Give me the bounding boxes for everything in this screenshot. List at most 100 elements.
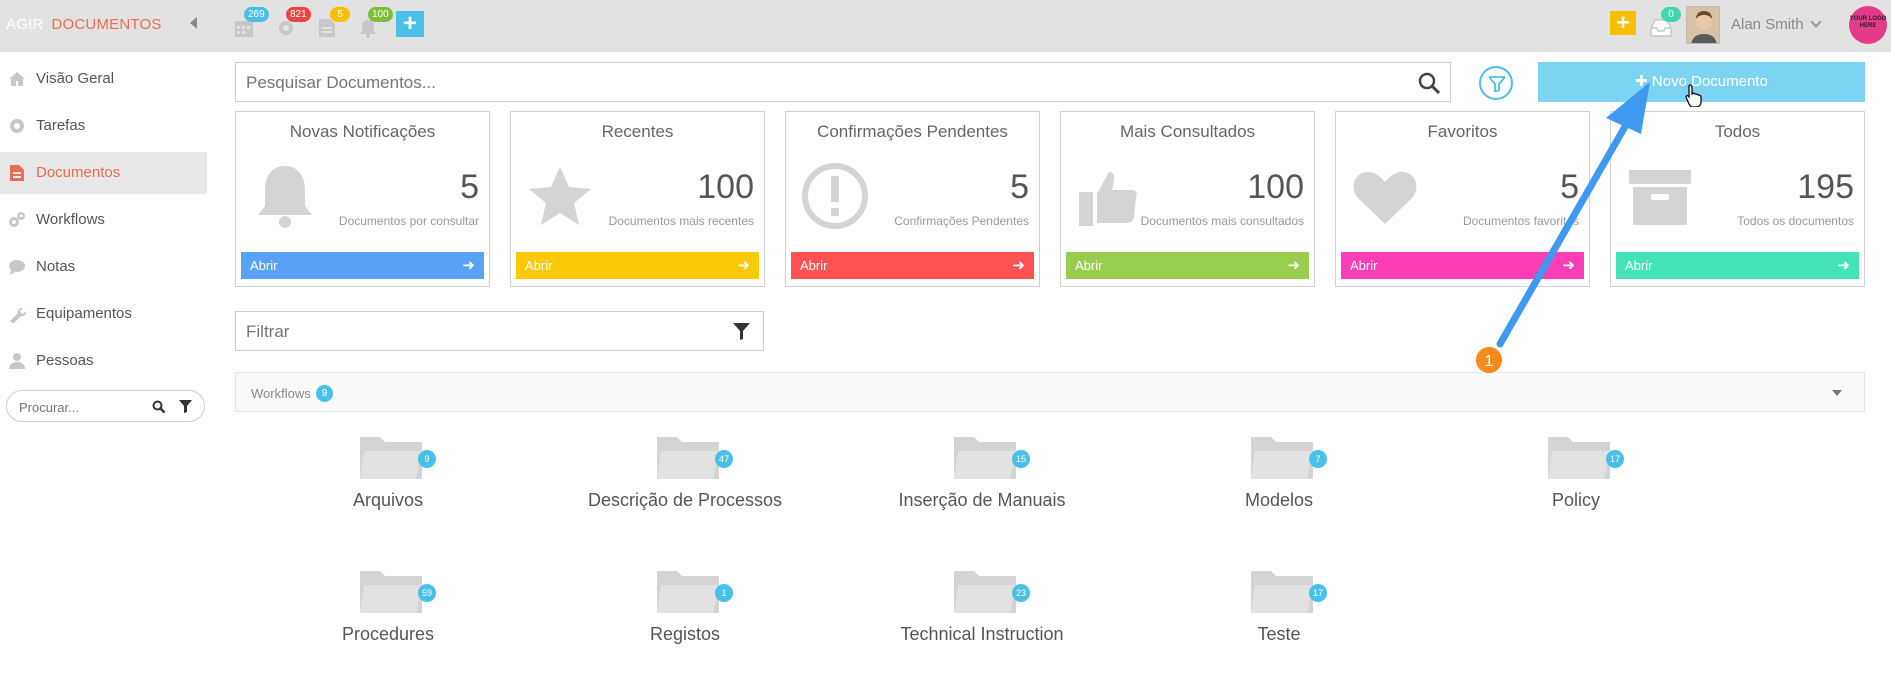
hand-cursor-icon [1685, 84, 1702, 107]
folder-count-badge: 15 [1012, 450, 1030, 468]
settings-button[interactable]: 821 [276, 7, 311, 38]
folder-label: Procedures [341, 624, 435, 644]
wrench-icon [10, 307, 26, 323]
card-subtitle: Documentos por consultar [338, 214, 479, 228]
filter-input[interactable] [246, 321, 706, 343]
plus-icon: + [1616, 10, 1630, 35]
folder-icon [1251, 571, 1313, 613]
app-brand[interactable]: AGIR DOCUMENTOS [6, 16, 162, 33]
folder-icon [360, 437, 422, 479]
folder-item[interactable]: 59 Procedures [268, 565, 508, 675]
folder-item[interactable]: 1 Registos [565, 565, 805, 675]
folder-count-badge: 1 [715, 584, 733, 602]
sidebar-item-notas[interactable]: Notas [0, 246, 207, 288]
card-todos: Todos 195 Todos os documentos Abrir ➜ [1610, 111, 1865, 287]
search-icon[interactable] [1418, 72, 1440, 94]
user-menu[interactable]: Alan Smith [1731, 16, 1822, 33]
document-button[interactable]: 5 [318, 7, 350, 38]
folder-count-badge: 47 [715, 450, 733, 468]
add-yellow-button[interactable]: + [1610, 11, 1636, 35]
chevron-down-icon[interactable] [1832, 390, 1842, 396]
card-open-button[interactable]: Abrir ➜ [791, 252, 1034, 279]
sidebar-item-tarefas[interactable]: Tarefas [0, 105, 207, 147]
folder-icon [954, 571, 1016, 613]
sidebar-item-label: Documentos [36, 164, 121, 181]
heart-icon [1353, 171, 1417, 224]
card-confirmacoes-pendentes: Confirmações Pendentes 5 Confirmações Pe… [785, 111, 1040, 287]
sidebar-item-equipamentos[interactable]: Equipamentos [0, 293, 207, 335]
plus-icon: + [402, 10, 417, 37]
card-subtitle: Documentos favoritos [1462, 214, 1579, 228]
sidebar-item-label: Tarefas [36, 117, 86, 134]
document-search-input[interactable] [246, 72, 1396, 94]
folder-item[interactable]: 23 Technical Instruction [862, 565, 1102, 675]
workflows-label: Workflows [251, 386, 311, 401]
card-count: 5 [1010, 168, 1029, 206]
collapse-sidebar-icon[interactable] [190, 17, 197, 29]
open-label: Abrir [1625, 258, 1653, 273]
user-photo [1687, 7, 1719, 43]
callout-number: 1 [1474, 345, 1504, 375]
open-label: Abrir [1075, 258, 1103, 273]
folder-item[interactable]: 15 Inserção de Manuais [862, 431, 1102, 541]
card-title: Todos [1714, 122, 1761, 141]
sidebar-item-visao-geral[interactable]: Visão Geral [0, 58, 207, 100]
workflows-section-header[interactable]: Workflows 9 [235, 372, 1865, 412]
sidebar-item-label: Workflows [36, 211, 105, 228]
sidebar-search-input[interactable] [19, 397, 149, 417]
card-subtitle: Documentos mais consultados [1140, 214, 1304, 228]
arrow-right-icon: ➜ [1837, 257, 1850, 274]
card-open-button[interactable]: Abrir ➜ [1616, 252, 1859, 279]
folder-icon [657, 437, 719, 479]
folder-count-badge: 59 [418, 584, 436, 602]
sidebar-item-documentos[interactable]: Documentos [0, 152, 207, 194]
search-icon[interactable] [152, 400, 166, 414]
folder-label: Inserção de Manuais [898, 490, 1066, 510]
settings-badge: 821 [286, 7, 311, 22]
star-icon [529, 167, 591, 225]
card-favoritos: Favoritos 5 Documentos favoritos Abrir ➜ [1335, 111, 1590, 287]
inbox-button[interactable]: 0 [1650, 7, 1681, 38]
card-count: 5 [1560, 168, 1579, 206]
folder-item[interactable]: 47 Descrição de Processos [565, 431, 805, 541]
avatar[interactable] [1686, 6, 1720, 44]
folder-item[interactable]: 9 Arquivos [268, 431, 508, 541]
inbox-badge: 0 [1661, 7, 1681, 22]
calendar-button[interactable]: 269 [234, 7, 269, 38]
archive-icon [1629, 170, 1691, 225]
folder-item[interactable]: 17 Teste [1159, 565, 1399, 675]
folder-item[interactable]: 7 Modelos [1159, 431, 1399, 541]
folder-count-badge: 17 [1309, 584, 1327, 602]
gear-icon [10, 119, 24, 133]
card-open-button[interactable]: Abrir ➜ [1341, 252, 1584, 279]
card-subtitle: Todos os documentos [1737, 214, 1854, 228]
quick-add-button[interactable]: + [396, 11, 424, 37]
card-title: Recentes [601, 122, 674, 141]
folder-icon [657, 571, 719, 613]
card-count: 195 [1797, 168, 1854, 206]
brand-documentos: DOCUMENTOS [51, 16, 162, 33]
open-label: Abrir [800, 258, 828, 273]
card-open-button[interactable]: Abrir ➜ [516, 252, 759, 279]
folder-label: Registos [649, 624, 721, 644]
folder-count-badge: 9 [418, 450, 436, 468]
card-open-button[interactable]: Abrir ➜ [241, 252, 484, 279]
sidebar-item-workflows[interactable]: Workflows [0, 199, 207, 241]
card-mais-consultados: Mais Consultados 100 Documentos mais con… [1060, 111, 1315, 287]
advanced-filter-button[interactable] [1479, 66, 1513, 100]
filter-field [235, 311, 764, 351]
sidebar-item-pessoas[interactable]: Pessoas [0, 340, 207, 382]
folder-icon [360, 571, 422, 613]
notifications-button[interactable]: 100 [358, 7, 393, 38]
filter-icon[interactable] [179, 400, 192, 413]
folder-item[interactable]: 17 Policy [1456, 431, 1696, 541]
filter-icon[interactable] [733, 323, 750, 340]
folder-count-badge: 17 [1606, 450, 1624, 468]
home-icon [9, 72, 25, 86]
card-open-button[interactable]: Abrir ➜ [1066, 252, 1309, 279]
card-count: 100 [1247, 168, 1304, 206]
folder-icon [1251, 437, 1313, 479]
card-title: Favoritos [1427, 122, 1498, 141]
top-bar: AGIR DOCUMENTOS 269 821 5 100 + + 0 Alan… [0, 0, 1891, 52]
folder-label: Teste [1257, 624, 1301, 644]
